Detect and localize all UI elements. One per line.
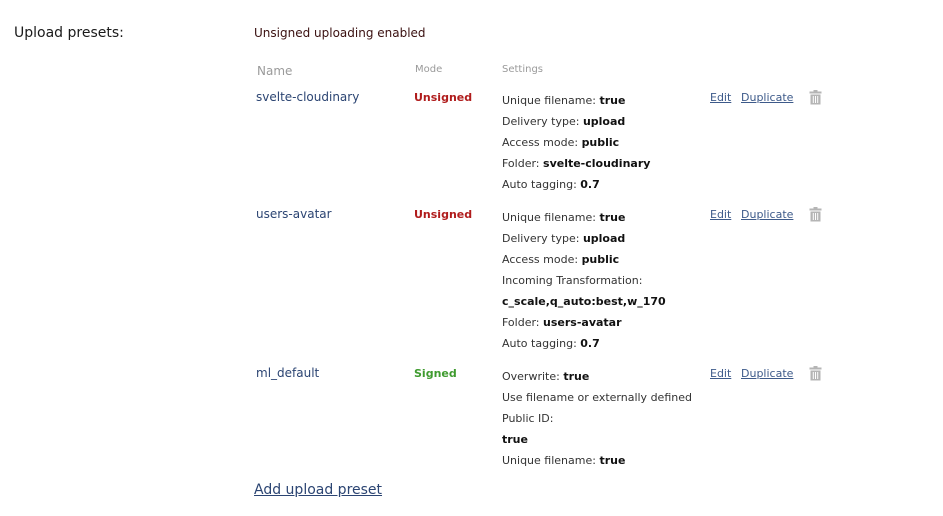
add-upload-preset-link[interactable]: Add upload preset <box>254 482 382 498</box>
edit-link[interactable]: Edit <box>710 91 731 104</box>
setting-folder: Folder: svelte-cloudinary <box>502 157 651 170</box>
trash-icon[interactable] <box>809 366 822 381</box>
setting-public-id-label: Public ID: <box>502 412 554 425</box>
preset-name-link[interactable]: users-avatar <box>256 207 332 221</box>
edit-link[interactable]: Edit <box>710 367 731 380</box>
trash-icon[interactable] <box>809 90 822 105</box>
setting-incoming-transformation-value: c_scale,q_auto:best,w_170 <box>502 295 666 308</box>
preset-settings: Unique filename: true Delivery type: upl… <box>502 90 702 195</box>
duplicate-link[interactable]: Duplicate <box>741 367 793 380</box>
setting-auto-tagging: Auto tagging: 0.7 <box>502 178 600 191</box>
column-header-name: Name <box>257 64 293 78</box>
preset-name-link[interactable]: svelte-cloudinary <box>256 90 359 104</box>
preset-mode-badge: Unsigned <box>414 208 473 221</box>
setting-unique-filename: Unique filename: true <box>502 211 626 224</box>
preset-name-link[interactable]: ml_default <box>256 366 319 380</box>
setting-folder: Folder: users-avatar <box>502 316 622 329</box>
setting-incoming-transformation-label: Incoming Transformation: <box>502 274 643 287</box>
column-header-mode: Mode <box>415 64 443 75</box>
preset-settings: Unique filename: true Delivery type: upl… <box>502 207 702 354</box>
setting-delivery-type: Delivery type: upload <box>502 115 626 128</box>
setting-unique-filename: Unique filename: true <box>502 454 626 467</box>
setting-access-mode: Access mode: public <box>502 136 620 149</box>
duplicate-link[interactable]: Duplicate <box>741 208 793 221</box>
column-header-settings: Settings <box>502 64 544 75</box>
setting-use-filename-value: true <box>502 433 528 446</box>
preset-mode-badge: Unsigned <box>414 91 473 104</box>
setting-access-mode: Access mode: public <box>502 253 620 266</box>
section-label: Upload presets: <box>14 25 124 41</box>
setting-delivery-type: Delivery type: upload <box>502 232 626 245</box>
trash-icon[interactable] <box>809 207 822 222</box>
edit-link[interactable]: Edit <box>710 208 731 221</box>
uploading-status: Unsigned uploading enabled <box>254 26 426 40</box>
preset-mode-badge: Signed <box>414 367 457 380</box>
preset-settings: Overwrite: true Use filename or external… <box>502 366 702 471</box>
setting-use-filename-label: Use filename or externally defined <box>502 391 692 404</box>
setting-auto-tagging: Auto tagging: 0.7 <box>502 337 600 350</box>
duplicate-link[interactable]: Duplicate <box>741 91 793 104</box>
setting-overwrite: Overwrite: true <box>502 370 590 383</box>
setting-unique-filename: Unique filename: true <box>502 94 626 107</box>
